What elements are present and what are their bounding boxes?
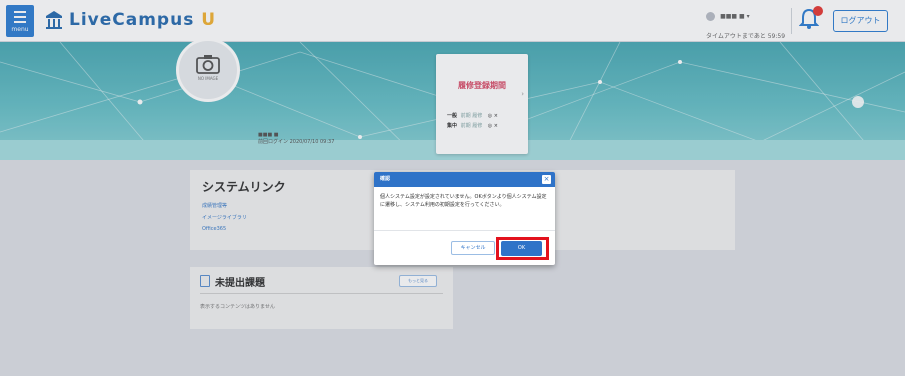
dialog-header: 確認 ×	[374, 172, 555, 187]
dialog-title: 確認	[380, 176, 391, 182]
ok-highlight-frame	[496, 237, 549, 260]
dialog-message: 個人システム設定が設定されていません。OKボタンより個人システム設定に遷移し、シ…	[380, 194, 547, 208]
close-icon[interactable]: ×	[542, 175, 551, 184]
dialog-divider	[374, 230, 555, 231]
cancel-button[interactable]: キャンセル	[451, 241, 495, 255]
